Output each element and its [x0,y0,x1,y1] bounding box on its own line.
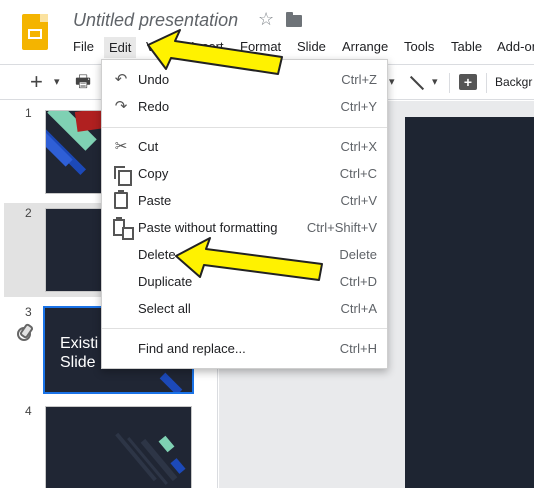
annotation-arrow-delete [175,237,323,281]
annotation-arrows [147,29,323,281]
annotation-arrow-edit [147,29,283,75]
